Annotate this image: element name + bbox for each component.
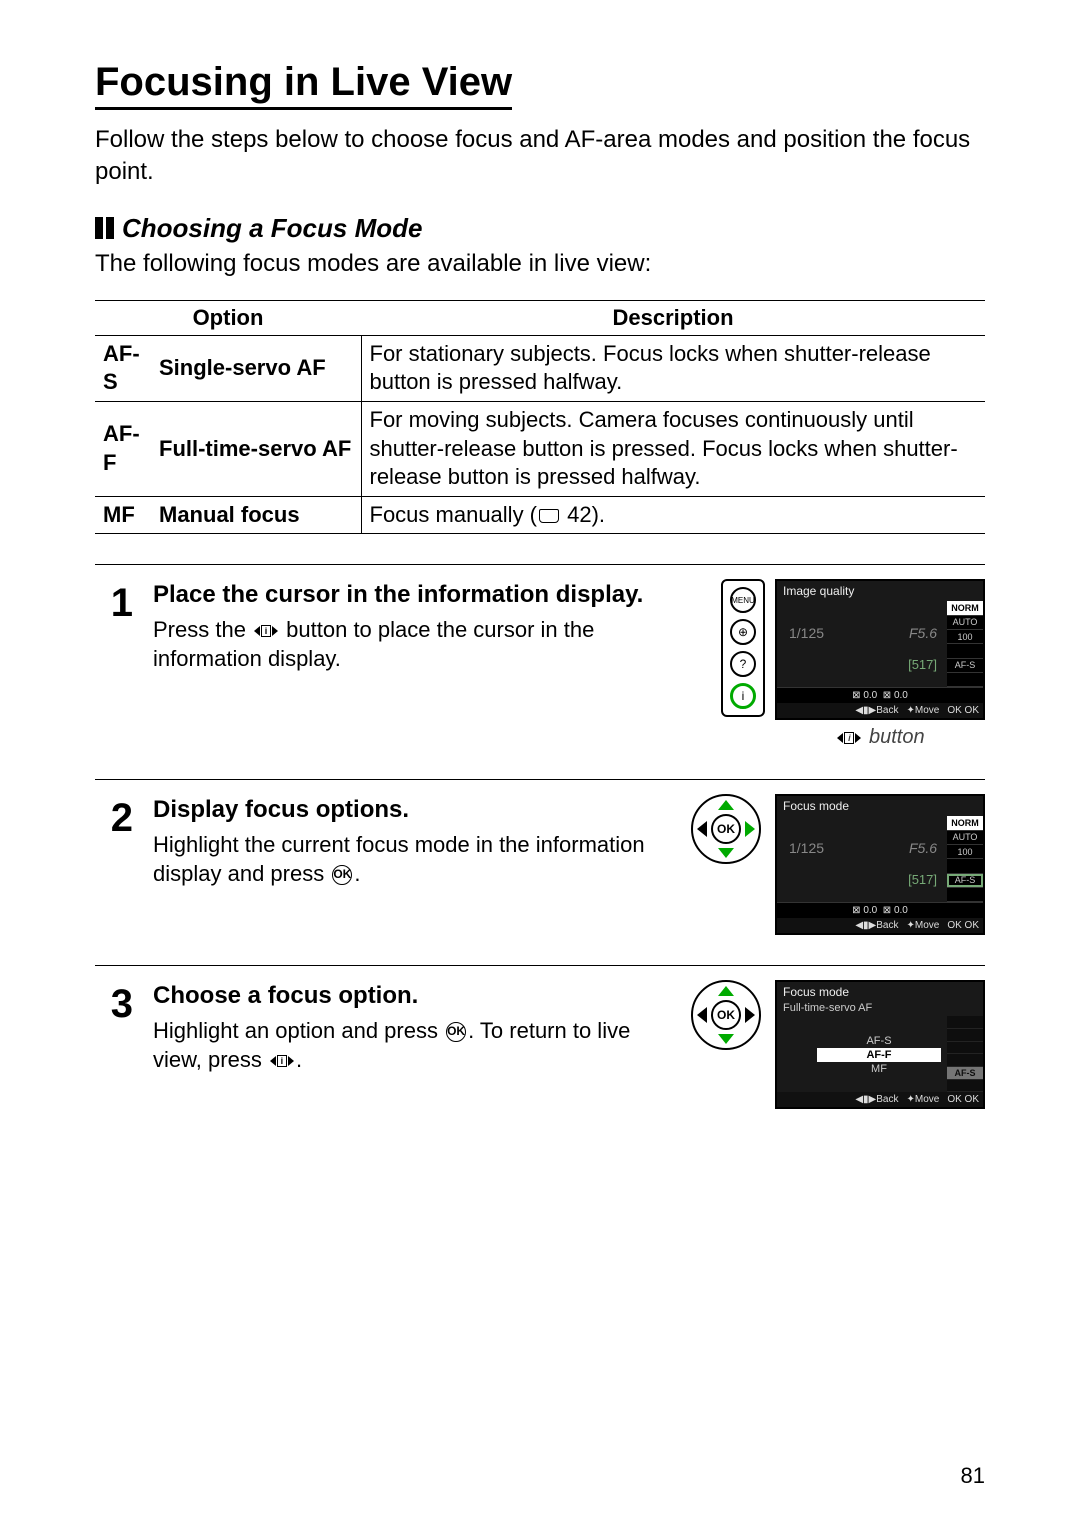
divider: [95, 779, 985, 780]
info-button-icon: i: [837, 732, 861, 744]
lcd-title: Image quality: [777, 581, 983, 601]
ok-center-icon: OK: [711, 814, 741, 844]
lcd-aperture: F5.6: [909, 625, 937, 641]
step-graphic: MENU ⊕ ? i Image quality 1/125 F5.6 [517…: [721, 579, 985, 749]
lcd-screen: Focus mode 1/125 F5.6 [517] NORM AUTO 10…: [775, 794, 985, 935]
lcd-count: [517]: [908, 872, 937, 887]
lcd-sidebar: NORM AUTO 100 AF-S: [947, 816, 983, 902]
lcd-sidebar: NORM AUTO 100 AF-S: [947, 601, 983, 687]
lcd-subtitle: Full-time-servo AF: [777, 1002, 983, 1016]
mode-code: AF-F: [95, 401, 151, 496]
table-row: AF-S Single-servo AF For stationary subj…: [95, 335, 985, 401]
info-button-icon: i: [270, 1055, 294, 1067]
lcd-count: [517]: [908, 657, 937, 672]
lcd-title: Focus mode: [777, 796, 983, 816]
sub-heading: Choosing a Focus Mode: [95, 213, 985, 244]
step-number: 2: [95, 794, 133, 935]
step-desc: Highlight the current focus mode in the …: [153, 830, 673, 889]
page-ref-icon: [539, 509, 559, 523]
mode-code: AF-S: [95, 335, 151, 401]
mode-name: Manual focus: [151, 496, 361, 534]
mode-name: Single-servo AF: [151, 335, 361, 401]
zoom-button-icon: ⊕: [730, 619, 756, 645]
ok-button-icon: OK: [446, 1022, 466, 1042]
lcd-help-bar: ◀▮▶Back ✦Move OK OK: [777, 1092, 983, 1107]
bars-icon: [95, 217, 114, 239]
step-desc: Highlight an option and press OK. To ret…: [153, 1016, 673, 1075]
lcd-aperture: F5.6: [909, 840, 937, 856]
page-title: Focusing in Live View: [95, 60, 512, 110]
ok-center-icon: OK: [711, 1000, 741, 1030]
mode-desc: For moving subjects. Camera focuses cont…: [361, 401, 985, 496]
step-2: 2 Display focus options. Highlight the c…: [95, 794, 985, 965]
lcd-exposure-bar: ⊠ 0.0 ⊠ 0.0: [777, 687, 983, 703]
lcd-menu-list: AF-S AF-F MF: [817, 1034, 941, 1076]
step-title: Place the cursor in the information disp…: [153, 579, 703, 610]
step-3: 3 Choose a focus option. Highlight an op…: [95, 980, 985, 1139]
info-button-icon: i: [730, 683, 756, 709]
camera-button-stack: MENU ⊕ ? i: [721, 579, 765, 717]
step-title: Choose a focus option.: [153, 980, 673, 1011]
ok-button-icon: OK: [332, 865, 352, 885]
mode-desc: For stationary subjects. Focus locks whe…: [361, 335, 985, 401]
lcd-screen: Image quality 1/125 F5.6 [517] NORM AUTO…: [775, 579, 985, 720]
focus-mode-table: Option Description AF-S Single-servo AF …: [95, 300, 985, 535]
step-graphic: OK Focus mode Full-time-servo AF AF-S AF…: [691, 980, 985, 1109]
mode-desc: Focus manually ( 42).: [361, 496, 985, 534]
col-option: Option: [95, 300, 361, 335]
step-title: Display focus options.: [153, 794, 673, 825]
lcd-exposure-bar: ⊠ 0.0 ⊠ 0.0: [777, 902, 983, 918]
lcd-title: Focus mode: [777, 982, 983, 1002]
step-graphic: OK Focus mode 1/125 F5.6 [517] NORM AUTO: [691, 794, 985, 935]
step-number: 1: [95, 579, 133, 749]
lcd-shutter: 1/125: [789, 625, 824, 641]
page-number: 81: [961, 1463, 985, 1489]
col-description: Description: [361, 300, 985, 335]
table-row: MF Manual focus Focus manually ( 42).: [95, 496, 985, 534]
lcd-shutter: 1/125: [789, 840, 824, 856]
divider: [95, 564, 985, 565]
table-row: AF-F Full-time-servo AF For moving subje…: [95, 401, 985, 496]
mode-code: MF: [95, 496, 151, 534]
step-1: 1 Place the cursor in the information di…: [95, 579, 985, 779]
mode-name: Full-time-servo AF: [151, 401, 361, 496]
divider: [95, 965, 985, 966]
sub-intro: The following focus modes are available …: [95, 250, 985, 278]
lcd-help-bar: ◀▮▶Back ✦Move OK OK: [777, 703, 983, 718]
step-number: 3: [95, 980, 133, 1109]
info-button-icon: i: [254, 625, 278, 637]
sub-heading-text: Choosing a Focus Mode: [122, 213, 422, 244]
intro-text: Follow the steps below to choose focus a…: [95, 124, 985, 189]
lcd-sidebar: AF-S: [947, 1016, 983, 1092]
help-button-icon: ?: [730, 651, 756, 677]
graphic-caption: i button: [775, 726, 985, 749]
multi-selector-icon: OK: [691, 794, 761, 864]
step-desc: Press the i button to place the cursor i…: [153, 615, 703, 674]
multi-selector-icon: OK: [691, 980, 761, 1050]
lcd-screen: Focus mode Full-time-servo AF AF-S AF-F …: [775, 980, 985, 1109]
menu-button-icon: MENU: [730, 587, 756, 613]
lcd-help-bar: ◀▮▶Back ✦Move OK OK: [777, 918, 983, 933]
